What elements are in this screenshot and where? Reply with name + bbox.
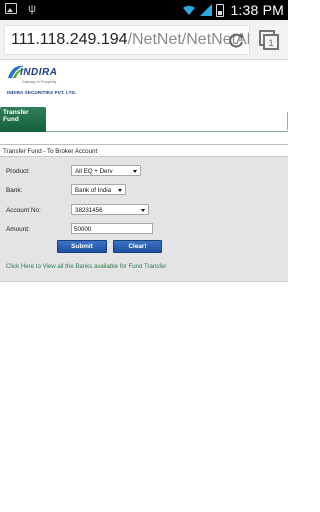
bank-label: Bank:: [6, 187, 23, 194]
chevron-down-icon: [118, 188, 122, 192]
view-banks-link[interactable]: Click Here to View all the Banks availab…: [6, 263, 166, 270]
url-field[interactable]: 111.118.249.194/NetNet/NetNetAll: [4, 25, 250, 55]
chevron-down-icon: [133, 169, 137, 173]
account-label: Account No:: [6, 207, 41, 214]
account-select[interactable]: 38231456: [71, 204, 149, 215]
product-select[interactable]: All EQ + Derv: [71, 165, 141, 176]
company-logo: INDIRA Gateway to Prosperity INDIRA SECU…: [6, 62, 76, 102]
action-row: Submit Clear!: [0, 240, 288, 254]
image-icon: [5, 3, 17, 14]
amount-input[interactable]: 50000: [71, 223, 153, 234]
svg-text:1: 1: [269, 38, 274, 48]
logo-company-name: INDIRA SECURITIES PVT. LTD.: [7, 90, 77, 95]
reload-icon[interactable]: [227, 32, 245, 50]
battery-icon: [216, 3, 225, 17]
chevron-down-icon: [141, 208, 145, 212]
browser-toolbar: 111.118.249.194/NetNet/NetNetAll 1: [0, 20, 288, 60]
amount-row: Amount: 50000: [0, 223, 288, 237]
product-label: Product:: [6, 168, 30, 175]
signal-icon: [200, 4, 213, 16]
clock: 1:38 PM: [230, 2, 284, 18]
logo-tagline: Gateway to Prosperity: [22, 80, 57, 84]
submit-button[interactable]: Submit: [57, 240, 107, 253]
product-row: Product: All EQ + Derv: [0, 165, 288, 179]
tab-bar: Transfer Fund: [0, 104, 288, 132]
tab-transfer-fund[interactable]: Transfer Fund: [0, 107, 46, 132]
site-header: INDIRA Gateway to Prosperity INDIRA SECU…: [0, 60, 288, 104]
account-row: Account No: 38231456: [0, 204, 288, 218]
amount-label: Amount:: [6, 226, 30, 233]
url-host: 111.118.249.194: [11, 31, 128, 48]
logo-word: INDIRA: [20, 67, 58, 78]
form-title: Transfer Fund - To Broker Account: [0, 145, 288, 157]
wifi-icon: [183, 5, 196, 15]
tabs-icon[interactable]: 1: [258, 29, 280, 51]
clear-button[interactable]: Clear!: [113, 240, 162, 253]
transfer-form: Transfer Fund - To Broker Account Produc…: [0, 144, 288, 282]
bank-row: Bank: Bank of India: [0, 184, 288, 198]
usb-icon: ψ: [28, 3, 36, 15]
bank-select[interactable]: Bank of India: [71, 184, 126, 195]
status-bar: ψ 1:38 PM: [0, 0, 288, 20]
